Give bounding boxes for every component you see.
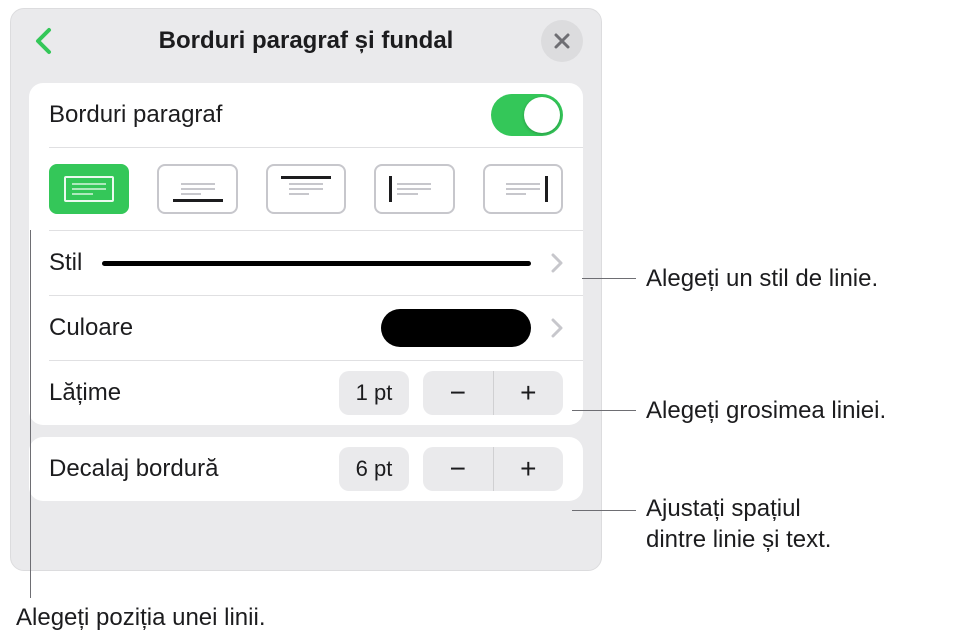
offset-row: Decalaj bordură 6 pt − + — [29, 437, 583, 501]
style-label: Stil — [49, 249, 82, 277]
paragraph-borders-toggle[interactable] — [491, 94, 563, 136]
panel-title: Borduri paragraf și fundal — [159, 27, 454, 55]
style-row[interactable]: Stil — [29, 231, 583, 295]
border-position-row — [29, 148, 583, 230]
callout-position: Alegeți poziția unei linii. — [16, 602, 265, 633]
callout-line — [30, 230, 31, 598]
main-section: Borduri paragraf — [29, 83, 583, 425]
callout-line — [572, 410, 636, 411]
panel-header: Borduri paragraf și fundal — [11, 9, 601, 73]
close-icon — [553, 32, 571, 50]
color-swatch — [381, 309, 531, 347]
callout-width: Alegeți grosimea liniei. — [646, 395, 886, 426]
border-position-bottom[interactable] — [157, 164, 237, 214]
back-button[interactable] — [29, 27, 57, 55]
offset-increase-button[interactable]: + — [494, 447, 564, 491]
color-row[interactable]: Culoare — [29, 296, 583, 360]
borders-panel: Borduri paragraf și fundal Borduri parag… — [10, 8, 602, 571]
width-increase-button[interactable]: + — [494, 371, 564, 415]
chevron-left-icon — [34, 27, 52, 55]
width-label: Lățime — [49, 379, 121, 407]
toggle-knob — [524, 97, 560, 133]
width-row: Lățime 1 pt − + — [29, 361, 583, 425]
chevron-right-icon — [551, 318, 563, 338]
callout-line — [582, 278, 636, 279]
width-value: 1 pt — [339, 371, 409, 415]
offset-stepper: − + — [423, 447, 563, 491]
toggle-row: Borduri paragraf — [29, 83, 583, 147]
border-position-right[interactable] — [483, 164, 563, 214]
width-stepper: − + — [423, 371, 563, 415]
offset-label: Decalaj bordură — [49, 455, 218, 483]
width-decrease-button[interactable]: − — [423, 371, 494, 415]
callout-style: Alegeți un stil de linie. — [646, 263, 878, 294]
offset-section: Decalaj bordură 6 pt − + — [29, 437, 583, 501]
close-button[interactable] — [541, 20, 583, 62]
line-style-preview — [102, 261, 531, 266]
offset-decrease-button[interactable]: − — [423, 447, 494, 491]
color-label: Culoare — [49, 314, 133, 342]
border-position-all[interactable] — [49, 164, 129, 214]
callout-offset: Ajustați spațiul dintre linie și text. — [646, 493, 831, 555]
border-position-left[interactable] — [374, 164, 454, 214]
chevron-right-icon — [551, 253, 563, 273]
callout-line — [572, 510, 636, 511]
offset-value: 6 pt — [339, 447, 409, 491]
toggle-label: Borduri paragraf — [49, 101, 222, 129]
border-position-top[interactable] — [266, 164, 346, 214]
